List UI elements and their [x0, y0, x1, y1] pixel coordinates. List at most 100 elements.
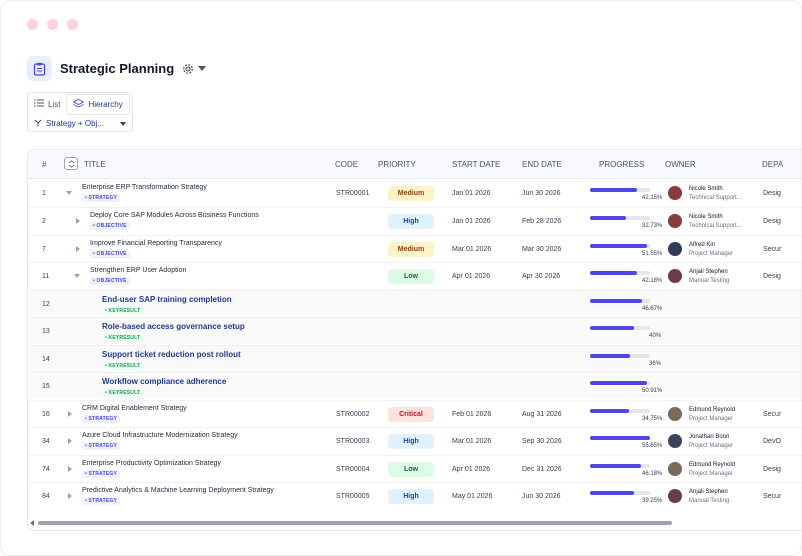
row-title[interactable]: Enterprise Productivity Optimization Str…: [82, 460, 342, 467]
expand-row-icon[interactable]: [76, 218, 80, 224]
tab-hierarchy[interactable]: Hierarchy: [66, 94, 130, 115]
table-row[interactable]: 16 CRM Digital Enablement Strategy • STRAT…: [28, 400, 801, 427]
progress-value: 46.18%: [642, 471, 663, 477]
page-title: Strategic Planning: [60, 61, 175, 76]
owner-role: Project Manager: [689, 471, 734, 477]
progress-bar: [590, 299, 650, 303]
row-code: STR00004: [336, 466, 370, 473]
row-number: 1: [42, 190, 46, 197]
window-minimize-dot[interactable]: [47, 19, 58, 30]
row-title[interactable]: CRM Digital Enablement Strategy: [82, 405, 342, 412]
row-title[interactable]: Enterprise ERP Transformation Strategy: [82, 184, 342, 191]
owner-cell[interactable]: Anjali Stephen Manual Testing: [689, 269, 729, 284]
row-type-tag: • STRATEGY: [82, 194, 120, 202]
horizontal-scrollbar[interactable]: [28, 519, 801, 527]
owner-cell[interactable]: Nicole Smith Technical Support...: [689, 214, 742, 229]
owner-cell[interactable]: Nicole Smith Technical Support...: [689, 186, 742, 201]
avatar: [668, 489, 682, 503]
row-title[interactable]: Deploy Core SAP Modules Across Business …: [90, 212, 350, 219]
col-header-department[interactable]: DEPA: [762, 160, 783, 169]
col-header-title[interactable]: TITLE: [84, 160, 106, 169]
expand-row-icon[interactable]: [68, 411, 72, 417]
col-header-start-date[interactable]: START DATE: [452, 160, 500, 169]
expand-row-icon[interactable]: [68, 466, 72, 472]
owner-name: Edmund Reynold: [689, 462, 736, 468]
row-type-tag: • OBJECTIVE: [90, 222, 130, 230]
owner-role: Technical Support...: [689, 195, 742, 201]
row-type-tag-label: OBJECTIVE: [96, 278, 127, 284]
table-row[interactable]: 1 Enterprise ERP Transformation Strategy •…: [28, 180, 801, 207]
table-row[interactable]: 15 Workflow compliance adherence • KEYRESU…: [28, 372, 801, 399]
title-menu-chevron-icon[interactable]: [198, 66, 207, 71]
priority-badge[interactable]: Low: [388, 462, 434, 477]
row-start-date: Apr 01 2026: [452, 273, 491, 280]
row-title[interactable]: Strengthen ERP User Adoption: [90, 267, 350, 274]
progress-bar-fill: [590, 464, 642, 468]
row-title[interactable]: Azure Cloud Infrastructure Modernization…: [82, 432, 342, 439]
priority-badge[interactable]: High: [388, 214, 434, 229]
row-type-tag-label: STRATEGY: [88, 416, 117, 422]
table-row[interactable]: 74 Enterprise Productivity Optimization S…: [28, 455, 801, 482]
owner-cell[interactable]: Alfred Kin Project Manager: [689, 242, 733, 257]
table-row[interactable]: 2 Deploy Core SAP Modules Across Business…: [28, 207, 801, 234]
table-row[interactable]: 11 Strengthen ERP User Adoption • OBJECTIV…: [28, 262, 801, 289]
collapse-row-icon[interactable]: [74, 274, 80, 278]
owner-role: Project Manager: [689, 443, 734, 449]
priority-badge[interactable]: Low: [388, 269, 434, 284]
col-header-priority[interactable]: PRIORITY: [378, 160, 416, 169]
progress-bar: [590, 216, 650, 220]
table-row[interactable]: 14 Support ticket reduction post rollout •…: [28, 345, 801, 372]
window-close-dot[interactable]: [27, 19, 38, 30]
priority-badge[interactable]: High: [388, 434, 434, 449]
owner-name: Edmund Reynold: [689, 407, 736, 413]
owner-cell[interactable]: Jonathan Boon Project Manager: [689, 434, 733, 449]
priority-badge[interactable]: Medium: [388, 242, 434, 257]
hierarchy-filter-select[interactable]: Strategy + Obj...: [28, 115, 132, 132]
table-header: # TITLE CODE PRIORITY START DATE END DAT…: [28, 150, 801, 179]
row-type-tag: • OBJECTIVE: [90, 250, 130, 258]
row-department: Secur: [763, 246, 782, 253]
owner-cell[interactable]: Edmund Reynold Project Manager: [689, 407, 735, 422]
owner-role: Technical Support...: [689, 223, 742, 229]
row-title[interactable]: Improve Financial Reporting Transparency: [90, 240, 350, 247]
progress-bar: [590, 326, 650, 330]
row-start-date: Mar 01 2026: [452, 246, 492, 253]
window-maximize-dot[interactable]: [67, 19, 78, 30]
col-header-number[interactable]: #: [42, 160, 46, 169]
owner-role: Manual Testing: [689, 498, 730, 504]
gear-icon[interactable]: [182, 63, 194, 75]
expand-row-icon[interactable]: [76, 246, 80, 252]
row-number: 13: [42, 328, 50, 335]
progress-bar: [590, 271, 650, 275]
sort-icon[interactable]: [64, 157, 78, 170]
tab-list[interactable]: List: [28, 93, 66, 115]
priority-badge[interactable]: High: [388, 489, 434, 504]
expand-row-icon[interactable]: [68, 438, 72, 444]
table-row[interactable]: 84 Predictive Analytics & Machine Learnin…: [28, 482, 801, 509]
scroll-left-icon[interactable]: [30, 520, 34, 526]
table-row[interactable]: 34 Azure Cloud Infrastructure Modernizati…: [28, 427, 801, 454]
expand-row-icon[interactable]: [68, 493, 72, 499]
tab-hierarchy-label: Hierarchy: [88, 100, 123, 109]
row-title[interactable]: Role-based access governance setup: [102, 322, 362, 331]
priority-badge[interactable]: Critical: [388, 407, 434, 422]
owner-cell[interactable]: Edmund Reynold Project Manager: [689, 462, 735, 477]
row-title[interactable]: Workflow compliance adherence: [102, 377, 362, 386]
table-row[interactable]: 12 End-user SAP training completion • KEYR…: [28, 290, 801, 317]
collapse-row-icon[interactable]: [66, 191, 72, 195]
col-header-end-date[interactable]: END DATE: [522, 160, 562, 169]
row-title[interactable]: Predictive Analytics & Machine Learning …: [82, 487, 342, 494]
table-row[interactable]: 7 Improve Financial Reporting Transparenc…: [28, 235, 801, 262]
owner-cell[interactable]: Anjali Stephen Manual Testing: [689, 489, 729, 504]
scrollbar-thumb[interactable]: [38, 521, 672, 525]
priority-badge[interactable]: Medium: [388, 186, 434, 201]
progress-bar: [590, 381, 650, 385]
table-row[interactable]: 13 Role-based access governance setup • KE…: [28, 317, 801, 344]
col-header-owner[interactable]: OWNER: [665, 160, 696, 169]
row-title[interactable]: End-user SAP training completion: [102, 295, 362, 304]
col-header-progress[interactable]: PROGRESS: [599, 160, 644, 169]
col-header-code[interactable]: CODE: [335, 160, 358, 169]
progress-value: 42.15%: [642, 195, 663, 201]
row-title[interactable]: Support ticket reduction post rollout: [102, 350, 362, 359]
list-icon: [34, 99, 44, 109]
